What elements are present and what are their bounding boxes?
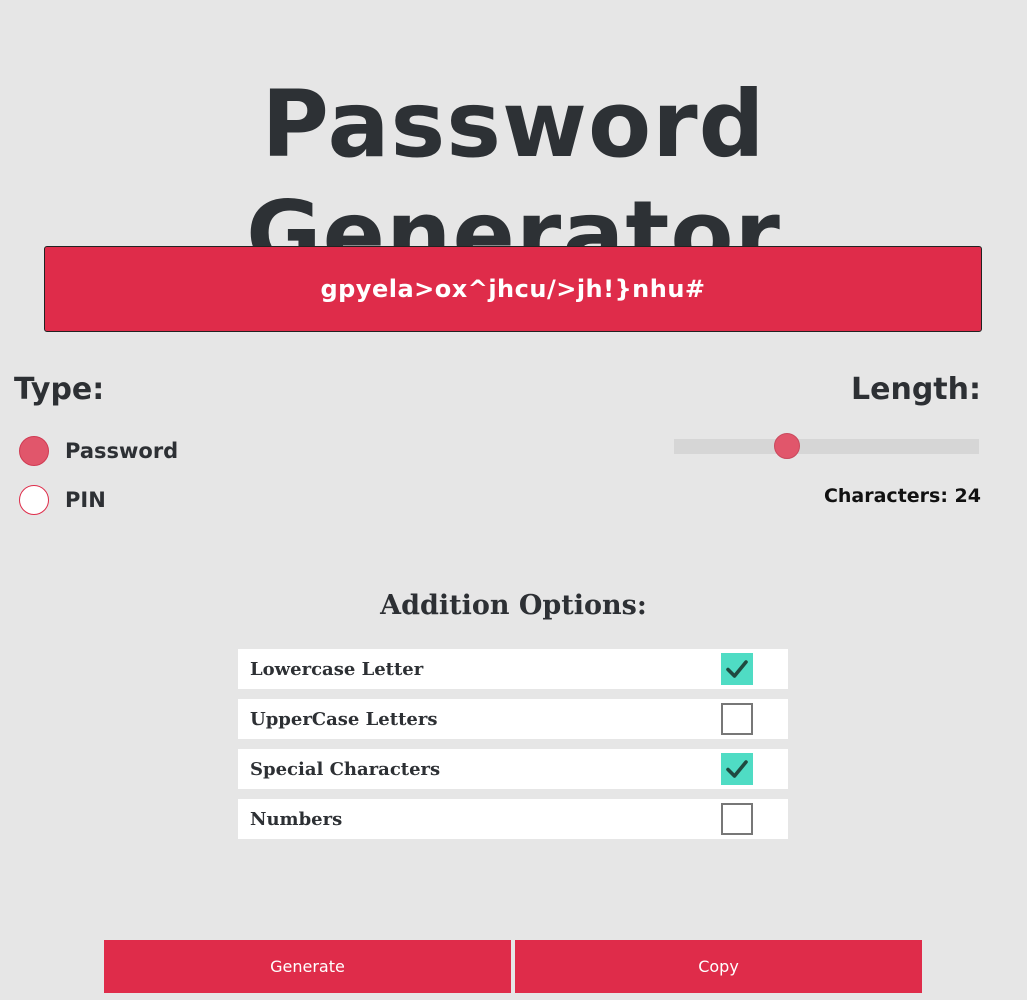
check-icon bbox=[726, 760, 748, 778]
addition-options-title: Addition Options: bbox=[380, 590, 647, 621]
password-output[interactable]: gpyela>ox^jhcu/>jh!}nhu# bbox=[44, 246, 982, 332]
lowercase-checkbox[interactable] bbox=[721, 653, 753, 685]
numbers-checkbox[interactable] bbox=[721, 803, 753, 835]
option-uppercase-label: UpperCase Letters bbox=[250, 708, 438, 730]
type-label: Type: bbox=[14, 372, 105, 407]
uppercase-checkbox[interactable] bbox=[721, 703, 753, 735]
option-special: Special Characters bbox=[238, 749, 788, 789]
option-uppercase: UpperCase Letters bbox=[238, 699, 788, 739]
option-special-label: Special Characters bbox=[250, 758, 441, 780]
characters-count: Characters: 24 bbox=[823, 485, 981, 507]
special-checkbox[interactable] bbox=[721, 753, 753, 785]
copy-button[interactable]: Copy bbox=[515, 940, 922, 993]
option-lowercase-label: Lowercase Letter bbox=[250, 658, 424, 680]
length-slider[interactable] bbox=[674, 433, 979, 459]
length-slider-thumb[interactable] bbox=[773, 433, 800, 459]
option-lowercase: Lowercase Letter bbox=[238, 649, 788, 689]
option-numbers-label: Numbers bbox=[250, 808, 343, 830]
option-numbers: Numbers bbox=[238, 799, 788, 839]
type-option-pin[interactable]: PIN bbox=[19, 485, 106, 515]
pin-radio-label: PIN bbox=[65, 488, 106, 512]
length-label: Length: bbox=[851, 372, 981, 407]
password-text: gpyela>ox^jhcu/>jh!}nhu# bbox=[320, 275, 706, 303]
type-option-password[interactable]: Password bbox=[19, 436, 178, 466]
check-icon bbox=[726, 660, 748, 678]
generate-button[interactable]: Generate bbox=[104, 940, 511, 993]
password-radio[interactable] bbox=[19, 436, 49, 466]
addition-options-list: Lowercase Letter UpperCase Letters Speci… bbox=[238, 649, 788, 849]
password-radio-label: Password bbox=[65, 439, 179, 463]
pin-radio[interactable] bbox=[19, 485, 49, 515]
